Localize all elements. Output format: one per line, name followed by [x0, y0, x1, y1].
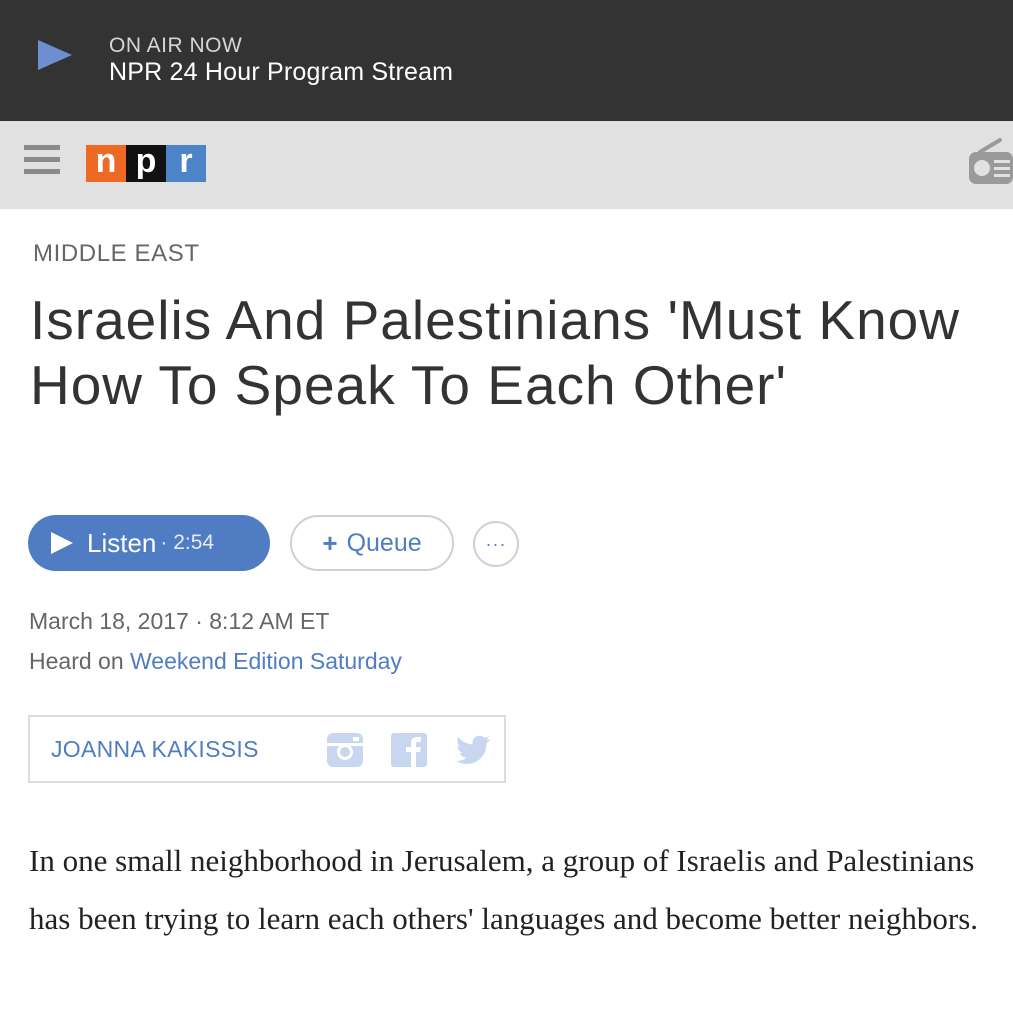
facebook-icon[interactable]	[391, 733, 427, 767]
listen-button[interactable]: Listen · 2:54	[28, 515, 270, 571]
radio-icon[interactable]	[966, 138, 1013, 186]
logo-letter-n: n	[86, 144, 126, 182]
header-nav: n p r	[0, 121, 1013, 209]
plus-icon: +	[322, 527, 338, 558]
program-link[interactable]: Weekend Edition Saturday	[130, 648, 402, 674]
npr-logo[interactable]: n p r	[86, 144, 206, 182]
article-date: March 18, 2017 · 8:12 AM ET	[29, 608, 330, 634]
author-byline: JOANNA KAKISSIS	[28, 715, 506, 783]
more-options-button[interactable]: ···	[473, 521, 519, 567]
play-icon	[51, 532, 73, 554]
queue-button[interactable]: + Queue	[290, 515, 454, 571]
on-air-bar[interactable]: ON AIR NOW NPR 24 Hour Program Stream	[0, 0, 1013, 121]
queue-label: Queue	[346, 528, 422, 557]
program-stream-title[interactable]: NPR 24 Hour Program Stream	[109, 58, 453, 87]
logo-letter-p: p	[126, 144, 166, 182]
play-icon[interactable]	[38, 40, 72, 70]
on-air-label: ON AIR NOW	[109, 34, 243, 57]
instagram-icon[interactable]	[327, 733, 363, 767]
ellipsis-icon: ···	[485, 533, 507, 554]
listen-label: Listen	[87, 527, 157, 558]
author-name-link[interactable]: JOANNA KAKISSIS	[51, 736, 259, 763]
article-headline: Israelis And Palestinians 'Must Know How…	[30, 289, 960, 416]
twitter-icon[interactable]	[455, 733, 491, 767]
section-label[interactable]: MIDDLE EAST	[33, 240, 200, 268]
hamburger-menu-icon[interactable]	[24, 145, 60, 179]
heard-on-prefix: Heard on	[29, 648, 131, 674]
listen-duration: · 2:54	[160, 531, 215, 554]
article-body-paragraph: In one small neighborhood in Jerusalem, …	[29, 843, 979, 936]
logo-letter-r: r	[166, 144, 206, 182]
heard-on-line: Heard on Weekend Edition Saturday	[29, 648, 402, 675]
